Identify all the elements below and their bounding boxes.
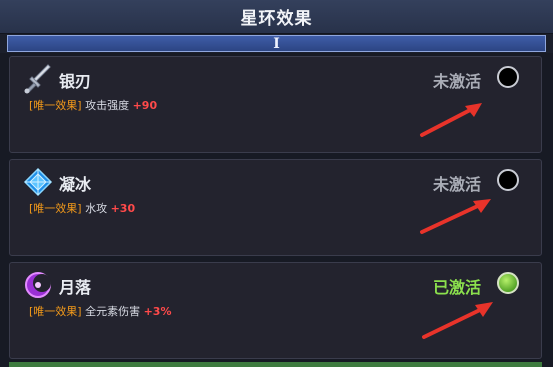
annotation-arrow-1-icon bbox=[420, 103, 482, 137]
annotation-arrow-2-icon bbox=[420, 199, 491, 234]
card-name: 银刃 bbox=[59, 72, 92, 91]
effect-text: 攻击强度 bbox=[85, 99, 130, 112]
card-name: 凝冰 bbox=[59, 175, 92, 194]
status-indicator[interactable] bbox=[497, 272, 519, 294]
status-indicator[interactable] bbox=[497, 169, 519, 191]
ice-crystal-icon bbox=[23, 167, 53, 197]
card-effect: [唯一效果] 水攻 +30 bbox=[29, 200, 135, 216]
effect-bonus: +30 bbox=[110, 202, 136, 215]
status-indicator[interactable] bbox=[497, 66, 519, 88]
status-label: 未激活 bbox=[432, 72, 481, 91]
status-label: 已激活 bbox=[432, 278, 481, 297]
bottom-edge bbox=[9, 362, 542, 367]
tier-tab-label: I bbox=[273, 35, 280, 52]
tier-tab[interactable]: I bbox=[7, 35, 546, 52]
effect-tag: [唯一效果] bbox=[29, 99, 82, 112]
moon-fall-icon bbox=[25, 272, 51, 298]
card-name: 月落 bbox=[59, 278, 92, 297]
status-label: 未激活 bbox=[432, 175, 481, 194]
title-bar: 星环效果 bbox=[0, 0, 553, 34]
annotation-arrow-3-icon bbox=[422, 302, 493, 339]
effect-bonus: +3% bbox=[143, 305, 172, 318]
effect-text: 水攻 bbox=[85, 202, 108, 215]
panel-title: 星环效果 bbox=[240, 9, 313, 29]
effect-tag: [唯一效果] bbox=[29, 202, 82, 215]
card-effect: [唯一效果] 攻击强度 +90 bbox=[29, 97, 157, 113]
card-effect: [唯一效果] 全元素伤害 +3% bbox=[29, 303, 172, 319]
effect-text: 全元素伤害 bbox=[85, 305, 141, 318]
effect-tag: [唯一效果] bbox=[29, 305, 82, 318]
silver-blade-icon bbox=[24, 64, 51, 94]
effect-bonus: +90 bbox=[132, 99, 158, 112]
